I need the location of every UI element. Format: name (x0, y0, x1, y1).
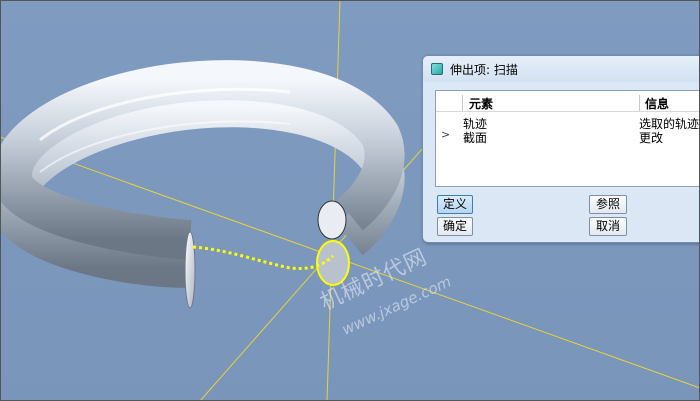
define-button[interactable]: 定义 (437, 195, 473, 214)
sweep-dialog: 伸出项: 扫描 元素 信息 轨迹 选取的轨迹 > 截面 更改 定义 参照 确定 … (422, 55, 700, 243)
element-row-trajectory[interactable]: 轨迹 选取的轨迹 (436, 115, 700, 131)
header-divider (462, 95, 463, 111)
element-row-section[interactable]: > 截面 更改 (436, 128, 700, 145)
column-header-info[interactable]: 信息 (645, 95, 669, 112)
element-list-header: 元素 信息 (436, 95, 700, 112)
coil-end-cap (184, 231, 196, 309)
cancel-button[interactable]: 取消 (589, 217, 627, 236)
column-header-element[interactable]: 元素 (469, 95, 493, 112)
reference-button[interactable]: 参照 (589, 195, 627, 214)
element-info: 更改 (639, 131, 664, 145)
dialog-titlebar[interactable]: 伸出项: 扫描 (423, 56, 700, 82)
section-circle-upper (317, 200, 347, 240)
sweep-trajectory (192, 245, 335, 270)
element-list[interactable]: 元素 信息 轨迹 选取的轨迹 > 截面 更改 (435, 90, 700, 187)
header-divider (639, 95, 640, 111)
ok-button[interactable]: 确定 (437, 217, 473, 236)
element-name: 截面 (463, 131, 488, 145)
dialog-title: 伸出项: 扫描 (450, 62, 518, 77)
dialog-app-icon (431, 63, 443, 75)
expander-icon[interactable]: > (441, 128, 450, 141)
